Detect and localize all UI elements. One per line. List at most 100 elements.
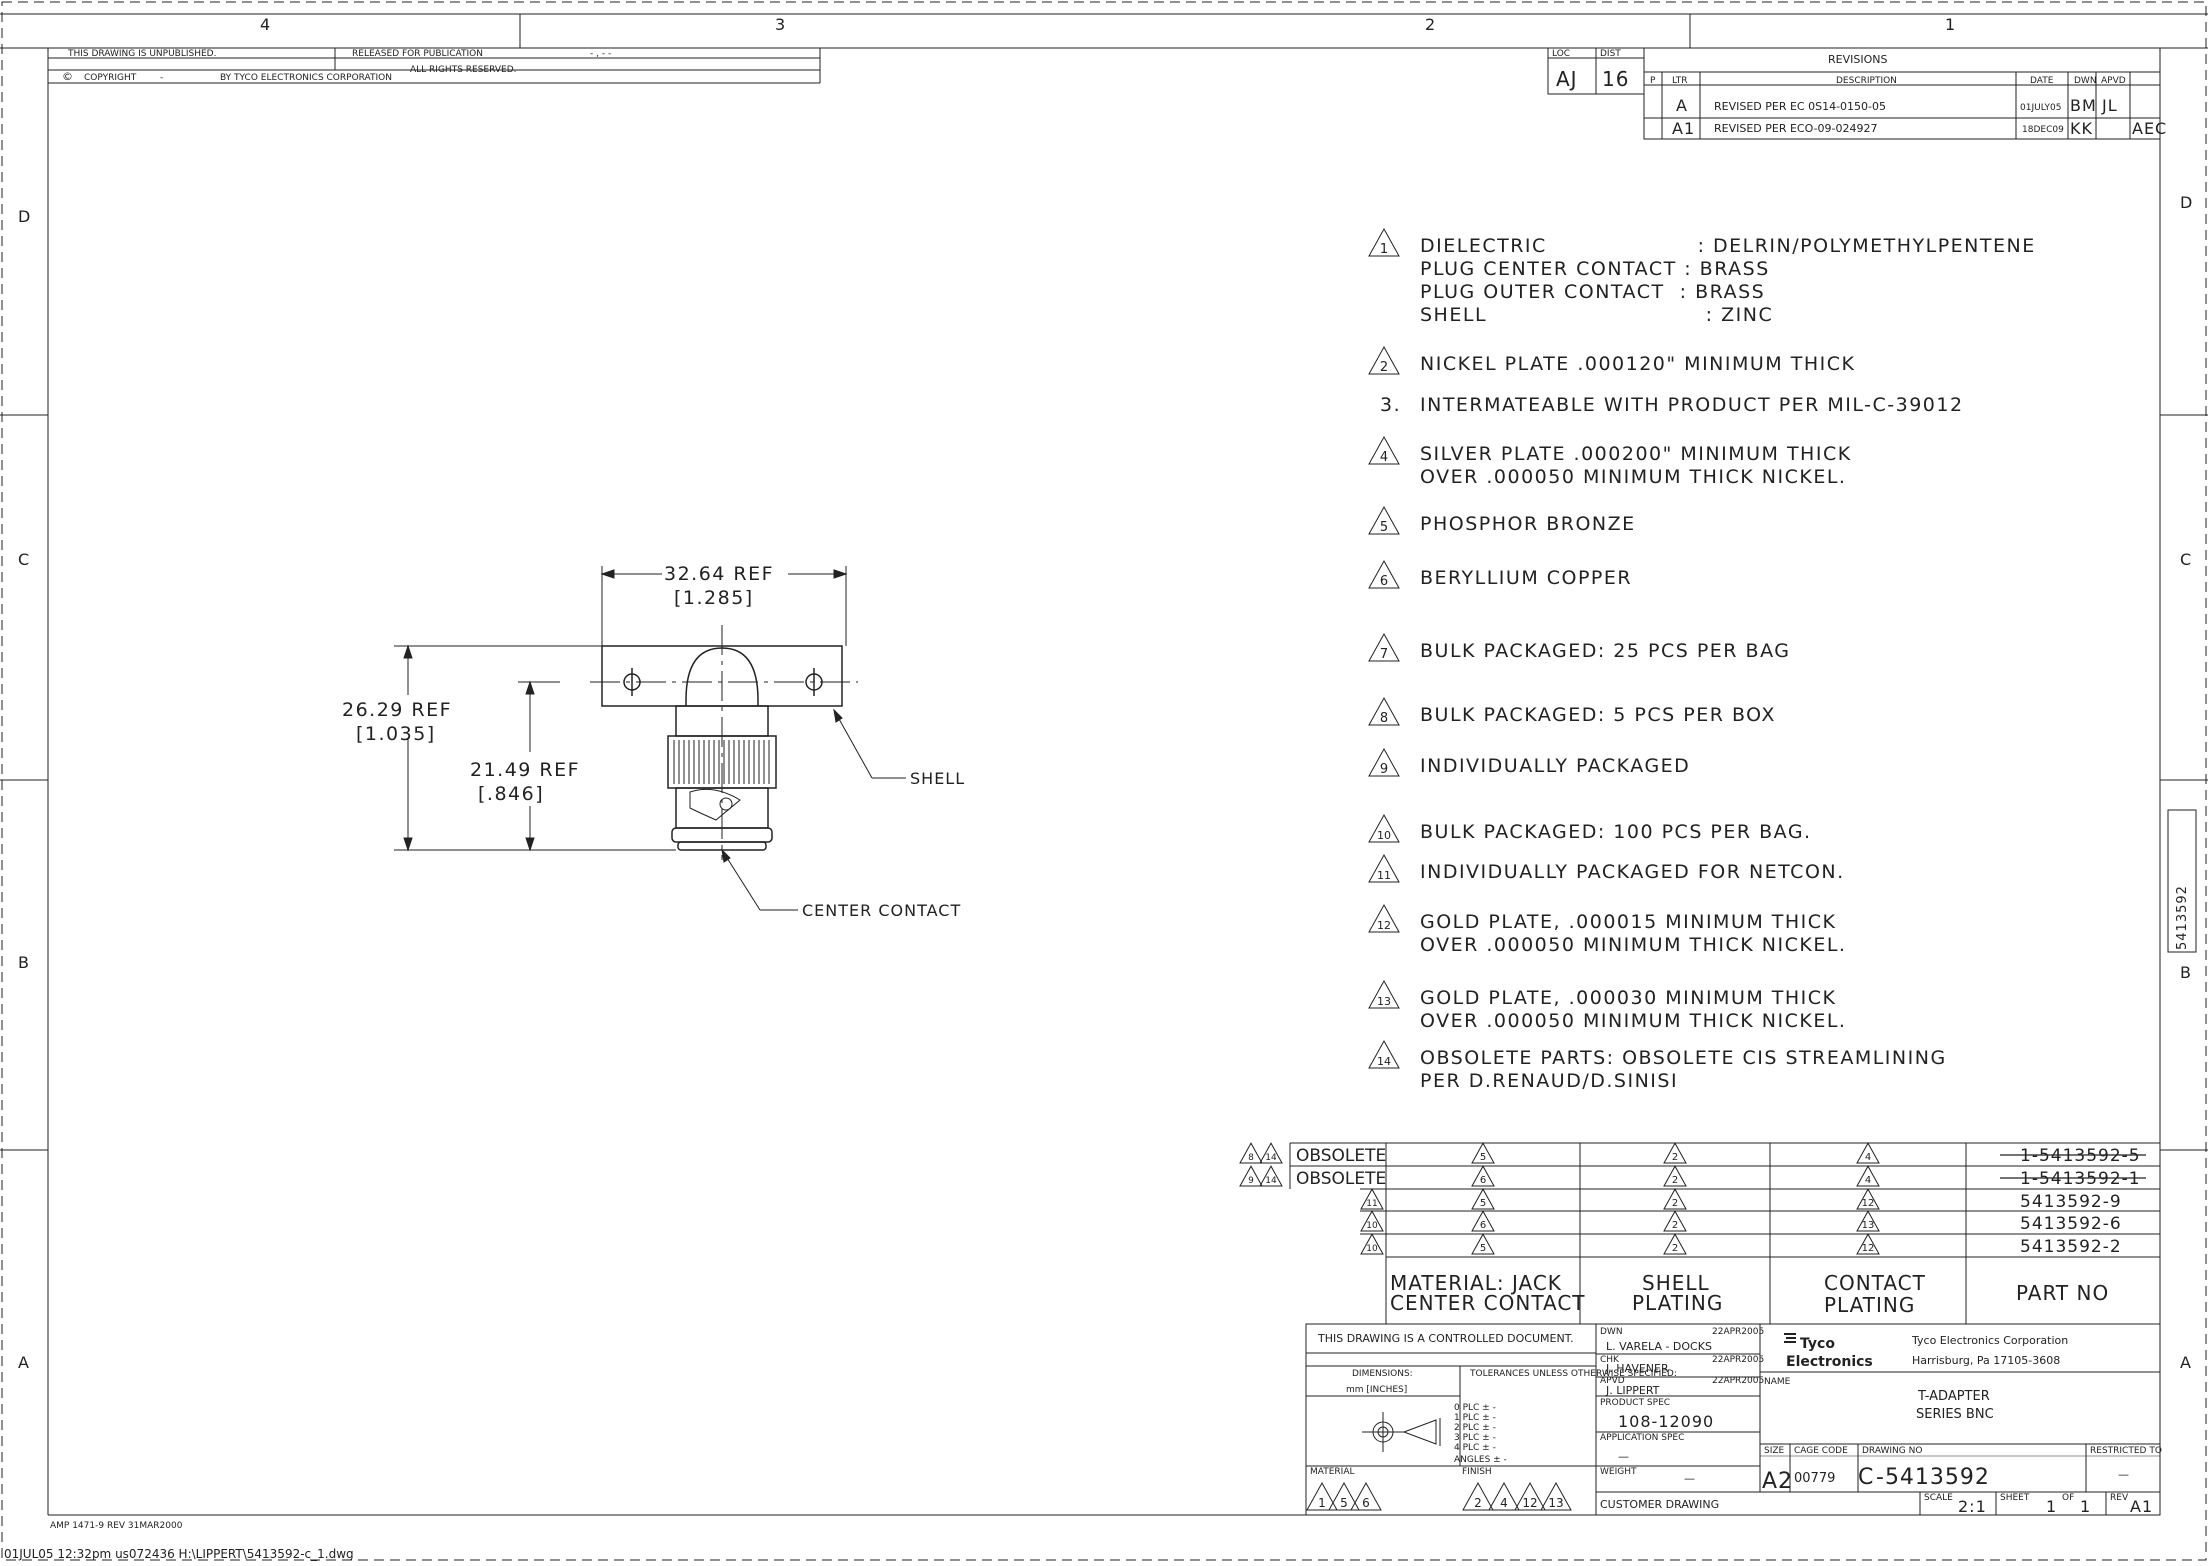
svg-text:9: 9 — [1248, 1176, 1254, 1186]
note-flag-icon: 14 — [1259, 1142, 1283, 1164]
title-block: THIS DRAWING IS A CONTROLLED DOCUMENT. D… — [1305, 1323, 2162, 1516]
note-text: BULK PACKAGED: 100 PCS PER BAG. — [1420, 821, 1812, 843]
note-flag-icon: 14 — [1368, 1039, 1400, 1069]
svg-text:PRODUCT SPEC: PRODUCT SPEC — [1600, 1398, 1670, 1408]
note-text: OVER .000050 MINIMUM THICK NICKEL. — [1420, 1010, 1846, 1032]
material-flag-icon: 5 — [1471, 1188, 1495, 1210]
svg-text:2: 2 — [1672, 1220, 1678, 1231]
note-flag-icon: 13 — [1368, 979, 1400, 1009]
svg-text:SHEET: SHEET — [2000, 1493, 2030, 1503]
svg-text:OBSOLETE: OBSOLETE — [1296, 1169, 1386, 1189]
note-flag-icon: 14 — [1259, 1165, 1283, 1187]
svg-text:8: 8 — [1380, 711, 1388, 726]
sheet-number: 1 — [2046, 1497, 2057, 1516]
part-number: 5413592-6 — [2020, 1214, 2122, 1234]
svg-text:6: 6 — [1480, 1220, 1486, 1231]
note-text: SHELL : ZINC — [1420, 304, 1773, 326]
note-item: 6 BERYLLIUM COPPER — [1368, 559, 1631, 589]
svg-text:22APR2005: 22APR2005 — [1712, 1355, 1764, 1365]
note-item: 7 BULK PACKAGED: 25 PCS PER BAG — [1368, 632, 1789, 662]
zone-label-top: 4 — [260, 15, 271, 34]
note-flag-icon: 8 — [1368, 696, 1400, 726]
zone-label-top: 1 — [1945, 15, 1956, 34]
drawing-number: -5413592 — [1876, 1465, 1990, 1490]
part-number: 5413592-2 — [2020, 1237, 2122, 1257]
note-item: 9 INDIVIDUALLY PACKAGED — [1368, 747, 1689, 777]
svg-text:MATERIAL: MATERIAL — [1310, 1467, 1355, 1477]
svg-text:ANGLES ± -: ANGLES ± - — [1454, 1455, 1507, 1465]
note-flag-icon: 9 — [1368, 747, 1400, 777]
plating-flag-icon: 13 — [1856, 1210, 1880, 1232]
note-item: 13 GOLD PLATE, .000030 MINIMUM THICKOVER … — [1368, 979, 1846, 1032]
controlled-doc-note: THIS DRAWING IS A CONTROLLED DOCUMENT. — [1317, 1332, 1574, 1345]
tyco-logo: Tyco — [1800, 1336, 1835, 1352]
material-flag-icon: 1 — [1306, 1481, 1338, 1511]
zone-label-side: C — [2180, 550, 2192, 569]
part-number: 1-5413592-1 — [2020, 1169, 2141, 1189]
t-adapter-drawing: 32.64 REF [1.285] 26.29 REF [1.035] 21.4… — [342, 563, 965, 920]
header-center-contact: CENTER CONTACT — [1390, 1291, 1586, 1315]
revisions-table: REVISIONS P LTR DESCRIPTION DATE DWN APV… — [1643, 47, 2166, 140]
finish-flag-icon: 12 — [1514, 1481, 1546, 1511]
width-dimension: 32.64 REF — [664, 563, 774, 585]
svg-text:OBSOLETE: OBSOLETE — [1296, 1146, 1386, 1166]
company-address: Harrisburg, Pa 17105-3608 — [1912, 1354, 2060, 1367]
svg-text:P: P — [1650, 76, 1656, 86]
shell-callout: SHELL — [910, 769, 965, 788]
height2-dimension: 21.49 REF — [470, 759, 580, 781]
svg-text:4 PLC ± -: 4 PLC ± - — [1454, 1443, 1496, 1453]
shell-flag-icon: 2 — [1663, 1233, 1687, 1255]
svg-text:REV: REV — [2110, 1493, 2129, 1503]
svg-text:BY TYCO ELECTRONICS CORPORATIO: BY TYCO ELECTRONICS CORPORATION — [220, 73, 392, 83]
header-shell-plating: PLATING — [1632, 1291, 1723, 1315]
parts-table-row: 9 14 OBSOLETE 6 2 4 1-5413592-1 — [1239, 1165, 2146, 1189]
plating-flag-icon: 12 — [1856, 1188, 1880, 1210]
svg-text:ALL RIGHTS RESERVED.: ALL RIGHTS RESERVED. — [410, 65, 517, 75]
parts-table-row: 10 6 2 13 5413592-6 — [1360, 1210, 2122, 1234]
note-item: 1 DIELECTRIC : DELRIN/POLYMETHYLPENTENEPL… — [1368, 227, 2034, 326]
svg-text:2: 2 — [1672, 1152, 1678, 1163]
svg-text:10: 10 — [1377, 829, 1391, 842]
svg-text:2: 2 — [1672, 1243, 1678, 1254]
tyco-logo-text: Electronics — [1786, 1354, 1873, 1370]
svg-text:10: 10 — [1366, 1244, 1378, 1254]
note-item: 8 BULK PACKAGED: 5 PCS PER BOX — [1368, 696, 1774, 726]
checked-by: J. HAVENER — [1605, 1362, 1669, 1375]
svg-text:APVD: APVD — [2101, 76, 2126, 86]
svg-text:11: 11 — [1377, 869, 1391, 882]
svg-text:©: © — [62, 70, 73, 83]
company-name: Tyco Electronics Corporation — [1911, 1334, 2068, 1347]
scale: 2:1 — [1958, 1497, 1987, 1516]
svg-text:12: 12 — [1862, 1243, 1875, 1254]
notes-list: 1 DIELECTRIC : DELRIN/POLYMETHYLPENTENEPL… — [1368, 227, 2034, 1092]
plating-flag-icon: 4 — [1856, 1142, 1880, 1164]
svg-text:0 PLC ± -: 0 PLC ± - — [1454, 1403, 1496, 1413]
material-flag-icon: 6 — [1471, 1210, 1495, 1232]
svg-text:JL: JL — [2101, 96, 2118, 115]
svg-text:12: 12 — [1377, 919, 1391, 932]
svg-text:2: 2 — [1380, 360, 1388, 375]
svg-text:CAGE CODE: CAGE CODE — [1794, 1446, 1848, 1456]
svg-text:12: 12 — [1522, 1496, 1537, 1510]
height-dimension-inch: [1.035] — [356, 723, 436, 745]
zone-label-side: A — [18, 1353, 30, 1372]
svg-text:6: 6 — [1480, 1175, 1486, 1186]
height2-dimension-inch: [.846] — [478, 783, 544, 805]
svg-text:KK: KK — [2070, 119, 2093, 138]
svg-text:RELEASED FOR PUBLICATION: RELEASED FOR PUBLICATION — [352, 49, 483, 59]
sheet-size: A2 — [1762, 1469, 1793, 1494]
svg-text:7: 7 — [1380, 647, 1388, 662]
svg-text:DESCRIPTION: DESCRIPTION — [1836, 76, 1897, 86]
svg-text:1 PLC ± -: 1 PLC ± - — [1454, 1413, 1496, 1423]
svg-text:2: 2 — [1474, 1496, 1482, 1510]
svg-text:1: 1 — [1318, 1496, 1326, 1510]
svg-text:APPLICATION SPEC: APPLICATION SPEC — [1600, 1433, 1684, 1443]
note-text: OBSOLETE PARTS: OBSOLETE CIS STREAMLININ… — [1420, 1047, 1947, 1069]
svg-text:COPYRIGHT: COPYRIGHT — [84, 73, 137, 83]
note-text: GOLD PLATE, .000015 MINIMUM THICK — [1420, 911, 1837, 933]
svg-text:18DEC09: 18DEC09 — [2022, 125, 2064, 135]
note-item: 5 PHOSPHOR BRONZE — [1368, 505, 1634, 535]
svg-text:5: 5 — [1480, 1243, 1486, 1254]
part-number: 1-5413592-5 — [2020, 1146, 2141, 1166]
note-flag-icon: 11 — [1368, 853, 1400, 883]
